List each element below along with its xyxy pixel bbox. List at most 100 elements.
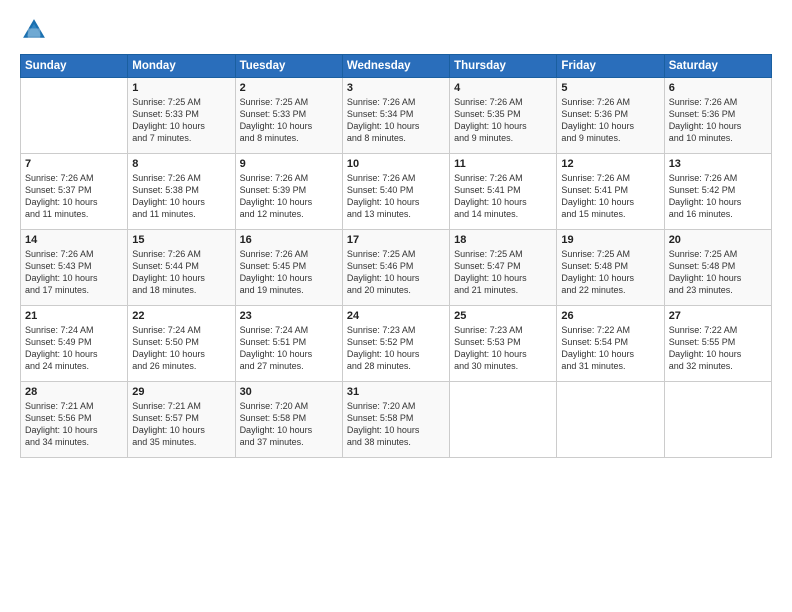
day-info: Sunrise: 7:26 AM Sunset: 5:36 PM Dayligh… xyxy=(669,96,767,145)
day-cell: 4 Sunrise: 7:26 AM Sunset: 5:35 PM Daylig… xyxy=(450,78,557,154)
day-number: 30 xyxy=(240,386,338,398)
logo xyxy=(20,16,52,44)
week-row-4: 21Sunrise: 7:24 AM Sunset: 5:49 PM Dayli… xyxy=(21,306,772,382)
day-info: Sunrise: 7:25 AM Sunset: 5:47 PM Dayligh… xyxy=(454,248,552,297)
day-number: 14 xyxy=(25,234,123,246)
day-info: Sunrise: 7:20 AM Sunset: 5:58 PM Dayligh… xyxy=(347,400,445,449)
day-info: Sunrise: 7:26 AM Sunset: 5:36 PM Dayligh… xyxy=(561,96,659,145)
day-info: Sunrise: 7:22 AM Sunset: 5:55 PM Dayligh… xyxy=(669,324,767,373)
day-number: 9 xyxy=(240,158,338,170)
week-row-2: 7 Sunrise: 7:26 AM Sunset: 5:37 PM Daylig… xyxy=(21,154,772,230)
day-cell: 28 Sunrise: 7:21 AM Sunset: 5:56 PM Dayli… xyxy=(21,382,128,458)
day-info: Sunrise: 7:21 AM Sunset: 5:57 PM Dayligh… xyxy=(132,400,230,449)
day-cell: 24 Sunrise: 7:23 AM Sunset: 5:52 PM Dayli… xyxy=(342,306,449,382)
day-number: 22 xyxy=(132,310,230,322)
day-info: Sunrise: 7:25 AM Sunset: 5:48 PM Dayligh… xyxy=(669,248,767,297)
day-number: 10 xyxy=(347,158,445,170)
day-info: Sunrise: 7:26 AM Sunset: 5:45 PM Dayligh… xyxy=(240,248,338,297)
day-cell: 10 Sunrise: 7:26 AM Sunset: 5:40 PM Dayli… xyxy=(342,154,449,230)
header-cell-thursday: Thursday xyxy=(450,55,557,78)
day-info: Sunrise: 7:25 AM Sunset: 5:46 PM Dayligh… xyxy=(347,248,445,297)
day-cell: 31 Sunrise: 7:20 AM Sunset: 5:58 PM Dayli… xyxy=(342,382,449,458)
header-cell-sunday: Sunday xyxy=(21,55,128,78)
logo-icon xyxy=(20,16,48,44)
day-number: 28 xyxy=(25,386,123,398)
day-number: 25 xyxy=(454,310,552,322)
day-cell: 20 Sunrise: 7:25 AM Sunset: 5:48 PM Dayli… xyxy=(664,230,771,306)
day-info: Sunrise: 7:26 AM Sunset: 5:41 PM Dayligh… xyxy=(561,172,659,221)
day-number: 26 xyxy=(561,310,659,322)
header-cell-wednesday: Wednesday xyxy=(342,55,449,78)
day-number: 29 xyxy=(132,386,230,398)
day-info: Sunrise: 7:26 AM Sunset: 5:35 PM Dayligh… xyxy=(454,96,552,145)
day-number: 16 xyxy=(240,234,338,246)
day-info: Sunrise: 7:21 AM Sunset: 5:56 PM Dayligh… xyxy=(25,400,123,449)
day-cell: 3 Sunrise: 7:26 AM Sunset: 5:34 PM Daylig… xyxy=(342,78,449,154)
day-cell: 11 Sunrise: 7:26 AM Sunset: 5:41 PM Dayli… xyxy=(450,154,557,230)
day-cell: 23Sunrise: 7:24 AM Sunset: 5:51 PM Dayli… xyxy=(235,306,342,382)
day-info: Sunrise: 7:26 AM Sunset: 5:42 PM Dayligh… xyxy=(669,172,767,221)
day-cell: 17 Sunrise: 7:25 AM Sunset: 5:46 PM Dayli… xyxy=(342,230,449,306)
day-number: 27 xyxy=(669,310,767,322)
day-number: 3 xyxy=(347,82,445,94)
day-number: 4 xyxy=(454,82,552,94)
day-cell: 13 Sunrise: 7:26 AM Sunset: 5:42 PM Dayli… xyxy=(664,154,771,230)
day-info: Sunrise: 7:26 AM Sunset: 5:40 PM Dayligh… xyxy=(347,172,445,221)
day-cell: 16 Sunrise: 7:26 AM Sunset: 5:45 PM Dayli… xyxy=(235,230,342,306)
day-cell: 22 Sunrise: 7:24 AM Sunset: 5:50 PM Dayli… xyxy=(128,306,235,382)
day-info: Sunrise: 7:20 AM Sunset: 5:58 PM Dayligh… xyxy=(240,400,338,449)
header-row: SundayMondayTuesdayWednesdayThursdayFrid… xyxy=(21,55,772,78)
day-number: 2 xyxy=(240,82,338,94)
header-cell-friday: Friday xyxy=(557,55,664,78)
day-cell: 8 Sunrise: 7:26 AM Sunset: 5:38 PM Daylig… xyxy=(128,154,235,230)
day-cell: 19Sunrise: 7:25 AM Sunset: 5:48 PM Dayli… xyxy=(557,230,664,306)
day-cell: 21Sunrise: 7:24 AM Sunset: 5:49 PM Dayli… xyxy=(21,306,128,382)
day-number: 1 xyxy=(132,82,230,94)
day-number: 24 xyxy=(347,310,445,322)
day-number: 31 xyxy=(347,386,445,398)
day-info: Sunrise: 7:24 AM Sunset: 5:50 PM Dayligh… xyxy=(132,324,230,373)
day-cell xyxy=(664,382,771,458)
day-number: 12 xyxy=(561,158,659,170)
day-info: Sunrise: 7:26 AM Sunset: 5:37 PM Dayligh… xyxy=(25,172,123,221)
header-cell-saturday: Saturday xyxy=(664,55,771,78)
day-cell xyxy=(557,382,664,458)
day-cell xyxy=(450,382,557,458)
day-cell: 2 Sunrise: 7:25 AM Sunset: 5:33 PM Daylig… xyxy=(235,78,342,154)
day-info: Sunrise: 7:23 AM Sunset: 5:52 PM Dayligh… xyxy=(347,324,445,373)
day-cell: 29 Sunrise: 7:21 AM Sunset: 5:57 PM Dayli… xyxy=(128,382,235,458)
day-cell: 27 Sunrise: 7:22 AM Sunset: 5:55 PM Dayli… xyxy=(664,306,771,382)
day-number: 19 xyxy=(561,234,659,246)
day-info: Sunrise: 7:24 AM Sunset: 5:51 PM Dayligh… xyxy=(240,324,338,373)
day-info: Sunrise: 7:26 AM Sunset: 5:38 PM Dayligh… xyxy=(132,172,230,221)
day-number: 13 xyxy=(669,158,767,170)
day-cell: 14 Sunrise: 7:26 AM Sunset: 5:43 PM Dayli… xyxy=(21,230,128,306)
day-cell xyxy=(21,78,128,154)
day-info: Sunrise: 7:26 AM Sunset: 5:34 PM Dayligh… xyxy=(347,96,445,145)
page-header xyxy=(20,16,772,44)
day-number: 7 xyxy=(25,158,123,170)
day-cell: 6Sunrise: 7:26 AM Sunset: 5:36 PM Daylig… xyxy=(664,78,771,154)
week-row-1: 1 Sunrise: 7:25 AM Sunset: 5:33 PM Daylig… xyxy=(21,78,772,154)
week-row-3: 14 Sunrise: 7:26 AM Sunset: 5:43 PM Dayli… xyxy=(21,230,772,306)
day-info: Sunrise: 7:26 AM Sunset: 5:41 PM Dayligh… xyxy=(454,172,552,221)
day-info: Sunrise: 7:26 AM Sunset: 5:43 PM Dayligh… xyxy=(25,248,123,297)
day-number: 11 xyxy=(454,158,552,170)
day-cell: 9 Sunrise: 7:26 AM Sunset: 5:39 PM Daylig… xyxy=(235,154,342,230)
calendar-page: SundayMondayTuesdayWednesdayThursdayFrid… xyxy=(0,0,792,612)
day-cell: 7 Sunrise: 7:26 AM Sunset: 5:37 PM Daylig… xyxy=(21,154,128,230)
day-number: 17 xyxy=(347,234,445,246)
day-number: 18 xyxy=(454,234,552,246)
day-cell: 15Sunrise: 7:26 AM Sunset: 5:44 PM Dayli… xyxy=(128,230,235,306)
day-number: 8 xyxy=(132,158,230,170)
day-cell: 26Sunrise: 7:22 AM Sunset: 5:54 PM Dayli… xyxy=(557,306,664,382)
day-number: 20 xyxy=(669,234,767,246)
day-info: Sunrise: 7:26 AM Sunset: 5:39 PM Dayligh… xyxy=(240,172,338,221)
day-info: Sunrise: 7:25 AM Sunset: 5:33 PM Dayligh… xyxy=(240,96,338,145)
day-number: 5 xyxy=(561,82,659,94)
day-info: Sunrise: 7:24 AM Sunset: 5:49 PM Dayligh… xyxy=(25,324,123,373)
day-cell: 12 Sunrise: 7:26 AM Sunset: 5:41 PM Dayli… xyxy=(557,154,664,230)
header-cell-tuesday: Tuesday xyxy=(235,55,342,78)
day-info: Sunrise: 7:23 AM Sunset: 5:53 PM Dayligh… xyxy=(454,324,552,373)
day-cell: 1Sunrise: 7:25 AM Sunset: 5:33 PM Daylig… xyxy=(128,78,235,154)
